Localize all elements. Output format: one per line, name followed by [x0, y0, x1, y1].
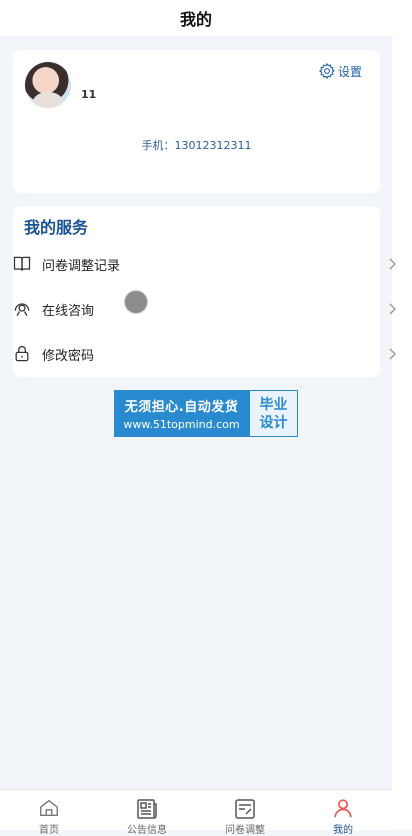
service-item-online-consult[interactable]: 在线咨询: [0, 289, 412, 329]
touch-indicator: [124, 290, 148, 314]
survey-icon: [235, 799, 255, 819]
page-header: 我的: [0, 0, 392, 36]
gear-icon: [318, 62, 335, 80]
tab-survey[interactable]: 问卷调整: [196, 790, 294, 836]
ad-left-panel: 无须担心.自动发货 www.51topmind.com: [114, 390, 249, 437]
username: 11: [81, 88, 97, 101]
bottom-tab-bar: 首页 公告信息 问卷调整 我的: [0, 789, 392, 836]
ad-right-panel: 毕业 设计: [249, 390, 298, 437]
headset-icon: [14, 303, 30, 316]
service-item-label: 问卷调整记录: [42, 258, 121, 274]
ad-banner[interactable]: 无须担心.自动发货 www.51topmind.com 毕业 设计: [114, 390, 298, 437]
service-item-label: 在线咨询: [42, 303, 95, 319]
chevron-right-icon: [389, 303, 396, 315]
book-icon: [13, 256, 31, 271]
profile-card: 11 设置 手机：13012312311: [13, 50, 380, 193]
page-title: 我的: [179, 10, 212, 29]
home-icon: [40, 799, 58, 817]
service-item-change-password[interactable]: 修改密码: [0, 334, 412, 374]
avatar[interactable]: [25, 62, 71, 108]
service-item-label: 修改密码: [42, 348, 95, 364]
chevron-right-icon: [389, 348, 396, 360]
ad-badge-line1: 毕业: [259, 396, 288, 413]
scrollbar-track[interactable]: [392, 0, 412, 829]
user-icon: [334, 799, 352, 818]
phone-number: 手机：13012312311: [141, 139, 252, 152]
tab-home[interactable]: 首页: [0, 790, 98, 836]
chevron-right-icon: [389, 258, 396, 270]
services-title: 我的服务: [24, 218, 89, 237]
settings-button[interactable]: 设置: [318, 62, 362, 80]
service-item-survey-records[interactable]: 问卷调整记录: [0, 244, 412, 284]
tab-mine[interactable]: 我的: [294, 790, 392, 836]
lock-icon: [15, 345, 29, 362]
tab-announcements[interactable]: 公告信息: [98, 790, 196, 836]
ad-badge-line2: 设计: [259, 414, 288, 431]
ad-slogan: 无须担心.自动发货: [124, 400, 239, 415]
settings-label: 设置: [337, 64, 362, 79]
news-icon: [137, 799, 157, 819]
ad-url: www.51topmind.com: [123, 418, 240, 431]
